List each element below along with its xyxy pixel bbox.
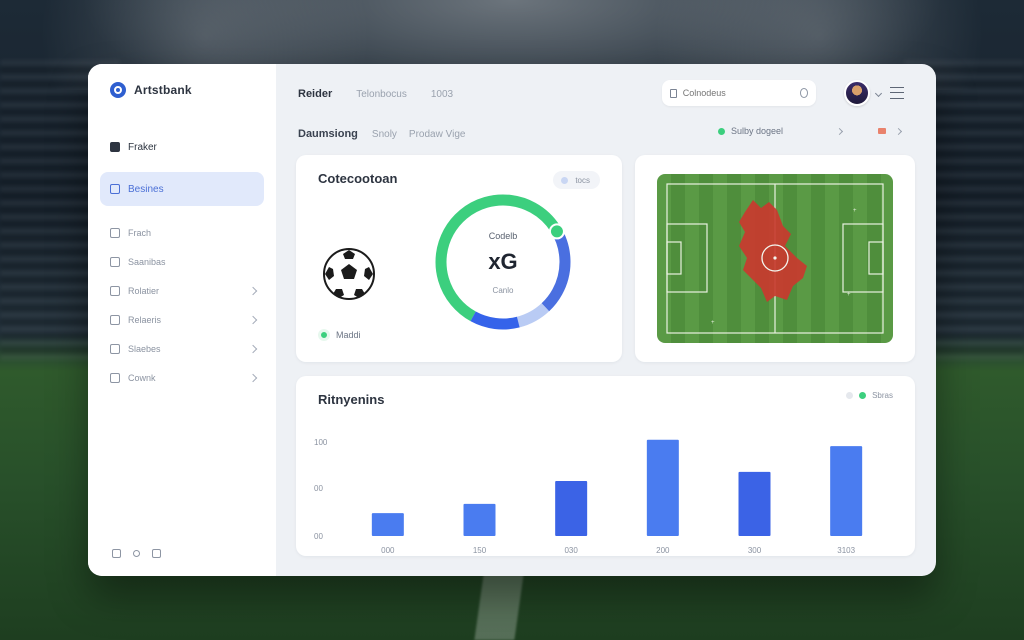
- brand-name: Artstbank: [134, 83, 192, 97]
- search-input[interactable]: [682, 88, 800, 98]
- bar[interactable]: [646, 439, 679, 536]
- grid-icon[interactable]: [112, 549, 121, 558]
- pitch-heatmap[interactable]: + + +: [657, 174, 893, 343]
- sidebar-item-label: Frach: [128, 227, 152, 238]
- status-dot: [718, 127, 725, 135]
- svg-text:+: +: [853, 208, 857, 214]
- bar-chart-legend: Sbras: [846, 391, 893, 400]
- bar-chart-title: Ritnyenins: [318, 392, 385, 407]
- donut-bottom-label: Canlo: [492, 286, 514, 295]
- sidebar-item-label: Saanibas: [128, 256, 166, 267]
- chevron-right-icon[interactable]: [248, 373, 258, 382]
- chevron-right-icon[interactable]: [248, 286, 258, 295]
- sidebar-item-label: Slaebes: [128, 343, 161, 354]
- soccer-ball-icon: [323, 248, 375, 300]
- xg-filter-pill[interactable]: tocs: [553, 171, 600, 189]
- bar-chart-card: Ritnyenins Sbras 00 00 100 000 150 030 200 300 3…: [296, 376, 915, 556]
- sidebar-item-label: Relaeris: [128, 314, 162, 325]
- y-tick-label: 00: [314, 532, 323, 541]
- x-tick-label: 300: [748, 546, 762, 555]
- nav-item-icon: [110, 285, 120, 296]
- brand[interactable]: Artstbank: [110, 82, 262, 98]
- sidebar-footer: [112, 549, 161, 558]
- crumb-prodaw[interactable]: Prodaw Vige: [409, 129, 466, 140]
- tab-telonbocus[interactable]: Telonbocus: [356, 89, 407, 100]
- pill-dot: [561, 176, 569, 184]
- xg-legend: Maddi: [318, 329, 361, 341]
- donut-center-label: xG: [488, 249, 518, 274]
- alert-badge[interactable]: [878, 128, 887, 134]
- sidebar-item-label: Rolatier: [128, 285, 160, 296]
- settings-icon[interactable]: [152, 549, 161, 558]
- svg-text:+: +: [711, 320, 715, 326]
- nav-item-icon: [110, 184, 120, 194]
- sidebar-item-slaebes[interactable]: Slaebes: [102, 334, 262, 363]
- crumb-daumsiong[interactable]: Daumsiong: [298, 128, 358, 140]
- chevron-right-icon[interactable]: [248, 315, 258, 324]
- circle-icon[interactable]: [133, 550, 140, 557]
- sidebar-nav: Fraker Besines Frach Saanibas Rolatier Relaer…: [100, 132, 264, 392]
- heatmap-card: + + +: [635, 155, 915, 362]
- search-box[interactable]: [662, 80, 816, 106]
- bar[interactable]: [830, 446, 863, 536]
- chevron-right-icon[interactable]: [836, 127, 844, 135]
- chevron-down-icon[interactable]: [874, 89, 883, 98]
- x-tick-label: 150: [473, 546, 487, 555]
- bar[interactable]: [463, 503, 496, 536]
- document-icon: [670, 88, 677, 98]
- bar[interactable]: [555, 481, 588, 536]
- nav-item-icon: [110, 314, 120, 325]
- svg-text:+: +: [847, 292, 851, 298]
- tab-1003[interactable]: 1003: [431, 89, 453, 100]
- sidebar: Artstbank Fraker Besines Frach Saanibas Rola…: [88, 64, 276, 576]
- legend-dot-active: [859, 392, 867, 399]
- pill-label: tocs: [575, 175, 590, 185]
- breadcrumb: Daumsiong Snoly Prodaw Vige Sulby dogeel: [298, 126, 916, 142]
- bar-chart: 00 00 100 000 150 030 200 300 3103: [314, 438, 863, 555]
- chevron-right-icon[interactable]: [895, 127, 903, 135]
- nav-item-icon: [110, 372, 120, 383]
- brand-logo-icon: [110, 82, 126, 98]
- sidebar-item-cownk[interactable]: Cownk: [102, 363, 262, 392]
- dashboard-window: Artstbank Fraker Besines Frach Saanibas Rola…: [88, 64, 936, 576]
- bar[interactable]: [371, 513, 404, 536]
- nav-item-icon: [110, 142, 120, 152]
- sidebar-item-saanibas[interactable]: Saanibas: [102, 247, 262, 276]
- nav-item-icon: [110, 256, 120, 267]
- legend-dot: [318, 329, 330, 341]
- crumb-snoly[interactable]: Snoly: [372, 129, 397, 140]
- legend-dot-inactive: [846, 392, 854, 399]
- x-tick-label: 3103: [837, 546, 855, 555]
- nav-item-icon: [110, 343, 120, 354]
- sidebar-item-rolatier[interactable]: Rolatier: [102, 276, 262, 305]
- sidebar-item-relaeris[interactable]: Relaeris: [102, 305, 262, 334]
- avatar[interactable]: [844, 80, 870, 106]
- legend-label: Maddi: [336, 330, 361, 340]
- legend-label: Sbras: [872, 391, 893, 400]
- status-label: Sulby dogeel: [731, 126, 784, 136]
- chevron-right-icon[interactable]: [248, 344, 258, 353]
- x-tick-label: 200: [656, 546, 670, 555]
- menu-icon[interactable]: [890, 87, 904, 99]
- tab-reider[interactable]: Reider: [298, 88, 332, 100]
- x-tick-label: 030: [564, 546, 578, 555]
- xg-card-title: Cotecootoan: [318, 171, 398, 186]
- donut-top-label: Codelb: [488, 231, 518, 241]
- topbar: Reider Telonbocus 1003: [298, 80, 916, 108]
- x-tick-label: 000: [381, 546, 395, 555]
- xg-card: Cotecootoan tocs Codelb xG Canlo Maddi: [296, 155, 622, 362]
- sidebar-item-besines[interactable]: Besines: [100, 172, 264, 206]
- search-icon[interactable]: [799, 88, 808, 98]
- sidebar-item-label: Besines: [128, 183, 164, 195]
- nav-item-icon: [110, 227, 120, 238]
- sidebar-item-label: Fraker: [128, 141, 157, 153]
- y-tick-label: 100: [314, 438, 328, 447]
- y-tick-label: 00: [314, 484, 323, 493]
- bar[interactable]: [738, 471, 771, 536]
- main-content: Reider Telonbocus 1003 Daumsiong Snoly P…: [276, 64, 936, 576]
- sidebar-item-fraker[interactable]: Fraker: [102, 132, 262, 162]
- status-indicator: Sulby dogeel: [718, 126, 903, 136]
- sidebar-item-label: Cownk: [128, 372, 156, 383]
- sidebar-item-frach[interactable]: Frach: [102, 218, 262, 247]
